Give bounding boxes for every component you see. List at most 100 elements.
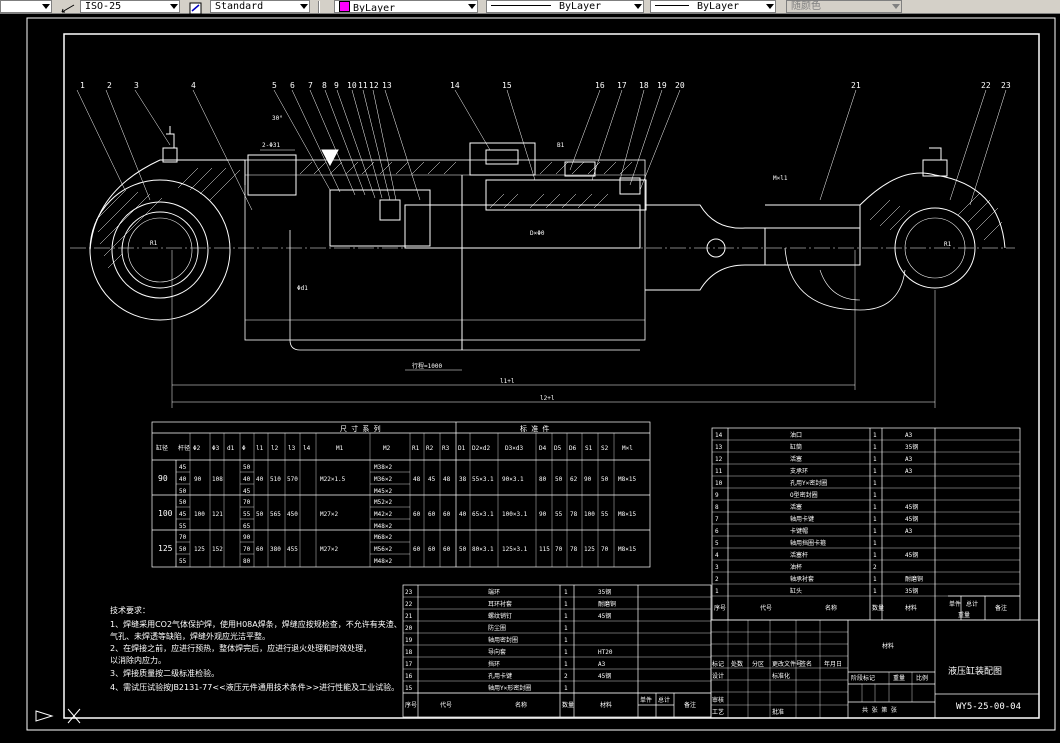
cell-x1: 80 (539, 476, 547, 483)
table-row: 5 轴用挡圈卡箍 1 (715, 539, 877, 547)
cell-r3: 60 (443, 546, 451, 553)
bom-qty: 1 (564, 649, 568, 656)
bom-lower-hdr-mat: 材料 (600, 701, 612, 709)
table-row: 12 活塞 1 A3 (715, 455, 913, 463)
dimstyle-select[interactable]: ISO-25 (0, 0, 52, 13)
size-table-rows: 90 45 40 50 90 108 50 40 45 40 510 570 M22×1.5 M38×2 M… (158, 464, 636, 565)
cell-dd2: 100×3.1 (502, 511, 528, 518)
note-line-2: 气孔、未焊透等缺陷，焊缝外观应光洁平整。 (110, 631, 270, 641)
bom-material: 45钢 (598, 612, 611, 620)
bom-material: 45钢 (905, 515, 918, 523)
part-label-16: 16 (595, 81, 605, 90)
bom-no: 19 (405, 637, 413, 644)
magenta-swatch-icon (339, 1, 350, 12)
cell-c1: 100 (194, 511, 205, 518)
drawing-canvas[interactable]: 1 2 3 4 5 6 7 8 9 10 11 12 13 14 15 16 1… (0, 14, 1060, 743)
cell-x2: 50 (555, 476, 563, 483)
tb-stage: 阶段标记 (851, 674, 875, 682)
table-row: 13 缸筒 1 35钢 (715, 443, 918, 451)
cell-x5: 50 (601, 476, 609, 483)
plotstyle-combo[interactable]: 随颜色 (786, 0, 902, 13)
lineweight-combo[interactable]: ByLayer (650, 0, 776, 13)
part-label-10: 10 (347, 81, 357, 90)
bom-upper-hdr-mat: 材料 (905, 604, 917, 612)
cell-mxl: M8×15 (618, 511, 636, 518)
part-label-2: 2 (107, 81, 112, 90)
dimstyle-combo[interactable]: ISO-25 (80, 0, 180, 13)
note-line-5: 3、焊接质量按二级标准检验。 (110, 668, 219, 678)
bom-qty: 1 (564, 589, 568, 596)
table-row: 14 油口 1 A3 (715, 431, 913, 439)
bom-no: 2 (715, 576, 719, 583)
right-head-profile (765, 204, 861, 228)
bom-material: A3 (905, 432, 913, 439)
tb-scale: 比例 (916, 674, 928, 682)
part-label-11: 11 (358, 81, 368, 90)
part-label-9: 9 (334, 81, 339, 90)
left-eye-hatch (95, 167, 241, 269)
bom-qty: 1 (873, 468, 877, 475)
bom-no: 11 (715, 468, 723, 475)
color-combo[interactable]: ByLayer (334, 0, 478, 13)
bom-qty: 1 (873, 588, 877, 595)
textstyle-icon[interactable] (188, 0, 204, 15)
bom-name: 导向套 (488, 648, 506, 656)
cell-dd2: 90×3.1 (502, 476, 524, 483)
cell-rod: 55 (179, 558, 187, 565)
rod-extension (645, 204, 766, 291)
tb-review: 审核 (712, 696, 724, 704)
dim-text-bore: D×Φ0 (530, 230, 545, 237)
cell-r2: 60 (428, 511, 436, 518)
cell-m1: M27×2 (320, 511, 338, 518)
hdr-c1: Φ2 (193, 445, 201, 452)
bom-upper-hdr-weight: 重量 (958, 611, 970, 619)
table-row: 9 O型密封圈 1 (715, 491, 877, 499)
tb-approve: 批准 (772, 708, 784, 716)
tb-craft: 工艺 (712, 708, 724, 716)
hdr-d3: D3×d3 (505, 445, 523, 452)
part-label-14: 14 (450, 81, 460, 90)
bom-material: A3 (598, 661, 606, 668)
linetype-combo[interactable]: ByLayer (486, 0, 644, 13)
chevron-down-icon (766, 4, 774, 9)
cell-r3: 48 (443, 476, 451, 483)
bom-no: 17 (405, 661, 413, 668)
tube-hatch (299, 161, 633, 175)
cell-dd2: 125×3.1 (502, 546, 528, 553)
cell-r2: 60 (428, 546, 436, 553)
bom-no: 15 (405, 685, 413, 692)
bom-name: 活塞杆 (790, 551, 808, 559)
cell-d1: 55 (243, 511, 251, 518)
table-row: 7 轴用卡键 1 45钢 (715, 515, 918, 523)
title-block-grid (711, 620, 913, 718)
hdr-d6: D6 (569, 445, 577, 452)
tb-design: 设计 (712, 672, 724, 680)
tb-material: 材料 (882, 642, 894, 650)
cell-d: 40 (459, 511, 467, 518)
tb-mark: 标记 (712, 660, 724, 668)
lineweight-label: ByLayer (697, 1, 740, 12)
chevron-down-icon (892, 4, 900, 9)
size-table-title-std: 标 准 件 (520, 424, 549, 433)
left-head-profile (89, 159, 246, 251)
tb-sheets: 共 张 第 张 (862, 706, 897, 714)
bom-name: 孔用卡键 (488, 672, 512, 680)
bom-material: 45钢 (905, 551, 918, 559)
textstyle-combo[interactable]: Standard (210, 0, 310, 13)
dimstyle-icon[interactable] (60, 0, 76, 13)
hdr-m1: M1 (336, 445, 344, 452)
bom-lower-rows: 23 端环 1 35钢22 耳环衬套 1 耐磨铜21 螺纹销钉 1 45钢20 防尘圈 119 轴用密封… (403, 588, 711, 694)
bom-lower-hdr-note: 备注 (684, 701, 696, 709)
cell-rod: 50 (179, 499, 187, 506)
bom-name: O型密封圈 (790, 491, 818, 499)
bom-no: 9 (715, 492, 719, 499)
linetype-label: ByLayer (559, 1, 602, 12)
tb-date: 年月日 (824, 660, 842, 668)
plotstyle-label: 随颜色 (791, 1, 821, 12)
cell-rod: 70 (179, 534, 187, 541)
bom-qty: 1 (564, 625, 568, 632)
part-number-labels: 1 2 3 4 5 6 7 8 9 10 11 12 13 14 15 16 1… (80, 81, 1011, 90)
part-label-7: 7 (308, 81, 313, 90)
grease-fitting-left (162, 126, 178, 163)
bom-no: 5 (715, 540, 719, 547)
